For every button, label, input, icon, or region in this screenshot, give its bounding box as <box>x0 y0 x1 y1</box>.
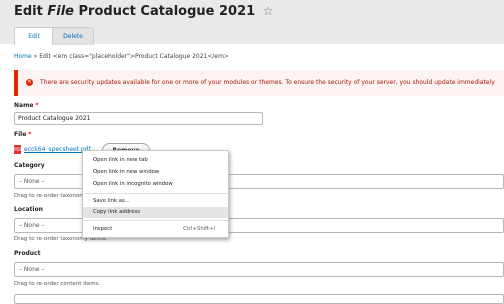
name-input[interactable]: Product Catalogue 2021 <box>14 112 263 125</box>
tab-delete[interactable]: Delete <box>52 27 94 45</box>
category-label: Category <box>14 162 45 169</box>
security-warning-message: ✕ There are security updates available f… <box>14 70 504 96</box>
menu-item-inspect-shortcut: Ctrl+Shift+I <box>183 226 215 232</box>
menu-item-save-link[interactable]: Save link as... <box>83 196 228 207</box>
next-field-input[interactable] <box>14 294 504 304</box>
breadcrumb-home-link[interactable]: Home <box>14 53 32 60</box>
page-header: Edit File Product Catalogue 2021 ☆ Edit … <box>0 0 504 45</box>
name-label-text: Name <box>14 102 34 109</box>
menu-item-inspect[interactable]: Inspect Ctrl+Shift+I <box>83 224 228 235</box>
file-link[interactable]: ecck64_specsheet.pdf <box>24 146 91 153</box>
file-label-text: File <box>14 131 27 138</box>
breadcrumb-separator: » <box>33 53 38 60</box>
product-select[interactable]: – None – <box>14 262 504 277</box>
menu-separator <box>83 193 228 194</box>
breadcrumb: Home » Edit <em class="placeholder">Prod… <box>14 53 229 60</box>
page-title: Edit File Product Catalogue 2021 ☆ <box>14 2 273 21</box>
menu-item-open-incognito[interactable]: Open link in incognito window <box>83 179 228 190</box>
location-label: Location <box>14 206 43 213</box>
required-marker: * <box>35 102 39 109</box>
product-help: Drag to re-order content items. <box>14 281 101 287</box>
bookmark-star-icon[interactable]: ☆ <box>263 4 274 18</box>
context-menu: Open link in new tab Open link in new wi… <box>82 150 229 238</box>
error-icon: ✕ <box>26 79 33 86</box>
breadcrumb-current: Edit <em class="placeholder">Product Cat… <box>39 53 229 60</box>
tab-edit[interactable]: Edit <box>14 27 54 45</box>
menu-item-inspect-label: Inspect <box>93 226 113 232</box>
menu-item-open-new-tab[interactable]: Open link in new tab <box>83 155 228 166</box>
product-label: Product <box>14 250 41 257</box>
menu-separator <box>83 220 228 221</box>
file-label: File * <box>14 131 31 138</box>
pdf-file-icon: PDF <box>14 145 22 154</box>
title-emphasis: File <box>47 4 74 19</box>
menu-item-open-new-window[interactable]: Open link in new window <box>83 167 228 178</box>
name-label: Name * <box>14 102 39 109</box>
title-prefix: Edit <box>14 4 43 19</box>
message-text: There are security updates available for… <box>40 79 495 86</box>
title-rest: Product Catalogue 2021 <box>78 4 256 19</box>
required-marker: * <box>28 131 32 138</box>
menu-item-copy-link[interactable]: Copy link address <box>83 207 228 218</box>
